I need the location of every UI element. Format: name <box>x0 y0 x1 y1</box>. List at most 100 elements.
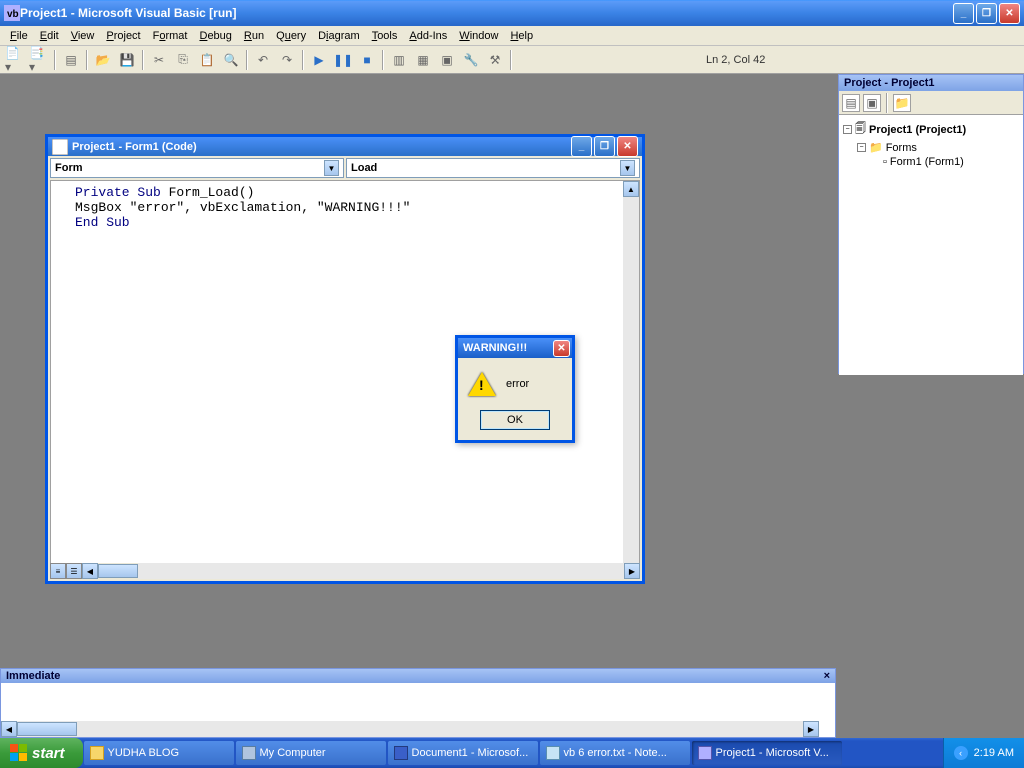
break-button[interactable]: ❚❚ <box>332 49 354 71</box>
minimize-button[interactable]: _ <box>953 3 974 24</box>
menu-editor-button[interactable]: ▤ <box>60 49 82 71</box>
view-code-button[interactable]: ▤ <box>842 94 860 112</box>
project-explorer-panel: Project - Project1 ▤ ▣ 📁 − 🗐 Project1 (P… <box>838 74 1024 374</box>
project-explorer-button[interactable]: ▥ <box>388 49 410 71</box>
child-maximize-button[interactable]: ❐ <box>594 136 615 157</box>
start-button[interactable]: start <box>0 738 83 768</box>
redo-button[interactable]: ↷ <box>276 49 298 71</box>
notepad-icon <box>546 746 560 760</box>
menu-window[interactable]: Window <box>453 28 504 44</box>
procedure-dropdown[interactable]: Load ▼ <box>346 158 640 178</box>
menu-debug[interactable]: Debug <box>193 28 237 44</box>
menu-file[interactable]: File <box>4 28 34 44</box>
folder-icon <box>90 746 104 760</box>
menu-run[interactable]: Run <box>238 28 270 44</box>
scroll-left-icon[interactable]: ◀ <box>1 721 17 737</box>
paste-button[interactable]: 📋 <box>196 49 218 71</box>
save-button[interactable]: 💾 <box>116 49 138 71</box>
taskbar-item-yudha[interactable]: YUDHA BLOG <box>84 741 234 765</box>
properties-button[interactable]: ▦ <box>412 49 434 71</box>
tree-folder-label: Forms <box>886 142 917 154</box>
menu-edit[interactable]: Edit <box>34 28 65 44</box>
menu-tools[interactable]: Tools <box>366 28 404 44</box>
menubar: File Edit View Project Format Debug Run … <box>0 26 1024 46</box>
add-project-button[interactable]: 📄▾ <box>4 49 26 71</box>
code-dropdowns: Form ▼ Load ▼ <box>48 156 642 180</box>
system-tray[interactable]: ‹ 2:19 AM <box>943 738 1024 768</box>
ok-button[interactable]: OK <box>480 410 550 430</box>
word-icon <box>394 746 408 760</box>
cut-button[interactable]: ✂ <box>148 49 170 71</box>
close-button[interactable]: ✕ <box>999 3 1020 24</box>
scroll-left-icon[interactable]: ◀ <box>82 563 98 579</box>
windows-logo-icon <box>10 744 28 762</box>
end-button[interactable]: ■ <box>356 49 378 71</box>
vertical-scrollbar[interactable]: ▲ <box>623 181 639 568</box>
tree-root-label: Project1 (Project1) <box>869 124 966 136</box>
taskbar-item-notepad[interactable]: vb 6 error.txt - Note... <box>540 741 690 765</box>
taskbar-item-mycomputer[interactable]: My Computer <box>236 741 386 765</box>
find-button[interactable]: 🔍 <box>220 49 242 71</box>
taskbar-item-word[interactable]: Document1 - Microsof... <box>388 741 538 765</box>
msgbox-close-button[interactable]: ✕ <box>553 340 570 357</box>
procedure-view-button[interactable]: ☰ <box>66 563 82 579</box>
scroll-up-icon[interactable]: ▲ <box>623 181 639 197</box>
tree-folder-forms[interactable]: − 📁 Forms <box>843 140 1019 155</box>
immediate-close-button[interactable]: × <box>824 670 830 682</box>
object-dropdown[interactable]: Form ▼ <box>50 158 344 178</box>
scroll-right-icon[interactable]: ▶ <box>624 563 640 579</box>
horizontal-scrollbar[interactable] <box>138 563 624 579</box>
view-object-button[interactable]: ▣ <box>863 94 881 112</box>
scroll-thumb[interactable] <box>17 722 77 736</box>
project-panel-toolbar: ▤ ▣ 📁 <box>839 91 1023 115</box>
tray-icon[interactable]: ‹ <box>954 746 968 760</box>
horizontal-scrollbar[interactable] <box>77 721 803 737</box>
start-label: start <box>32 745 65 762</box>
menu-format[interactable]: Format <box>147 28 194 44</box>
main-toolbar: 📄▾ 📑▾ ▤ 📂 💾 ✂ ⎘ 📋 🔍 ↶ ↷ ▶ ❚❚ ■ ▥ ▦ ▣ 🔧 ⚒… <box>0 46 1024 74</box>
form-layout-button[interactable]: ▣ <box>436 49 458 71</box>
toolbox-button[interactable]: ⚒ <box>484 49 506 71</box>
collapse-icon[interactable]: − <box>843 125 852 134</box>
immediate-window: Immediate × ◀ ▶ <box>0 668 836 738</box>
menu-project[interactable]: Project <box>100 28 146 44</box>
tree-item-label: Form1 (Form1) <box>890 156 964 168</box>
menu-view[interactable]: View <box>65 28 101 44</box>
code-window-titlebar: Project1 - Form1 (Code) _ ❐ ✕ <box>48 134 642 156</box>
menu-query[interactable]: Query <box>270 28 312 44</box>
taskbar: start YUDHA BLOG My Computer Document1 -… <box>0 738 1024 768</box>
object-browser-button[interactable]: 🔧 <box>460 49 482 71</box>
project-tree: − 🗐 Project1 (Project1) − 📁 Forms ▫ Form… <box>839 115 1023 375</box>
full-module-view-button[interactable]: ≡ <box>50 563 66 579</box>
msgbox-message: error <box>506 378 529 390</box>
collapse-icon[interactable]: − <box>857 143 866 152</box>
start-button[interactable]: ▶ <box>308 49 330 71</box>
tree-root[interactable]: − 🗐 Project1 (Project1) <box>843 119 1019 140</box>
cursor-position: Ln 2, Col 42 <box>706 54 765 66</box>
taskbar-item-vb[interactable]: Project1 - Microsoft V... <box>692 741 842 765</box>
menu-addins[interactable]: Add-Ins <box>403 28 453 44</box>
child-close-button[interactable]: ✕ <box>617 136 638 157</box>
tree-item-form1[interactable]: ▫ Form1 (Form1) <box>843 155 1019 169</box>
undo-button[interactable]: ↶ <box>252 49 274 71</box>
add-form-button[interactable]: 📑▾ <box>28 49 50 71</box>
menu-diagram[interactable]: Diagram <box>312 28 366 44</box>
procedure-dropdown-value: Load <box>351 162 377 174</box>
scroll-right-icon[interactable]: ▶ <box>803 721 819 737</box>
copy-button[interactable]: ⎘ <box>172 49 194 71</box>
vb-icon <box>698 746 712 760</box>
dropdown-arrow-icon: ▼ <box>620 160 635 176</box>
maximize-button[interactable]: ❐ <box>976 3 997 24</box>
open-button[interactable]: 📂 <box>92 49 114 71</box>
menu-help[interactable]: Help <box>504 28 539 44</box>
form-icon <box>52 139 68 155</box>
vb-app-icon: vb <box>4 5 20 21</box>
immediate-title: Immediate <box>6 670 60 682</box>
immediate-input[interactable] <box>1 683 835 721</box>
toggle-folders-button[interactable]: 📁 <box>893 94 911 112</box>
scroll-thumb[interactable] <box>98 564 138 578</box>
child-minimize-button[interactable]: _ <box>571 136 592 157</box>
object-dropdown-value: Form <box>55 162 83 174</box>
main-titlebar: vb Project1 - Microsoft Visual Basic [ru… <box>0 0 1024 26</box>
project-panel-title: Project - Project1 <box>839 75 1023 91</box>
